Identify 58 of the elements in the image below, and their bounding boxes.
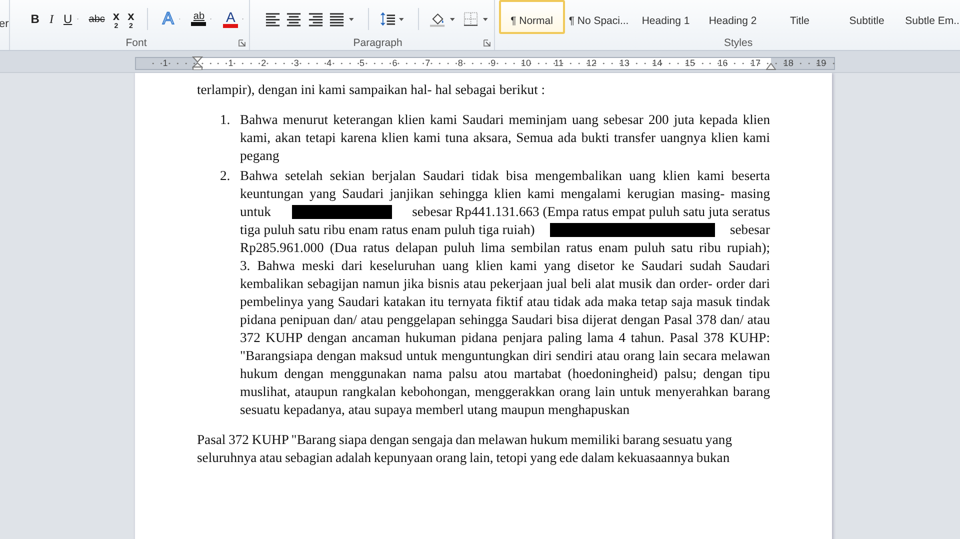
paragraph-text: sebesar xyxy=(730,221,770,239)
ruler-number: 9 xyxy=(490,58,497,69)
paint-bucket-icon[interactable] xyxy=(430,11,446,27)
group-label: Paragraph xyxy=(353,37,402,49)
align-right-icon[interactable] xyxy=(308,11,324,27)
style-gallery-item[interactable]: Subtitle xyxy=(834,0,900,34)
indent-marker-icon[interactable] xyxy=(192,56,203,70)
ruler-number: 6 xyxy=(391,58,398,69)
paragraph: terlampir), dengan ini kami sampaikan hal- hal sebagai berikut : xyxy=(197,81,546,99)
paragraph-text: Rp285.961.000 (Dua ratus delapan puluh lima sembilan ratus enam puluh satu ribu rupiah); xyxy=(240,239,770,257)
style-gallery-item[interactable]: ¶ No Spaci... xyxy=(566,0,632,34)
ruler-number: 13 xyxy=(618,58,630,69)
ruler-number: 7 xyxy=(424,58,432,69)
paragraph-text: Bahwa menurut keterangan klien kami Saudari meminjam uang sebesar 200 juta kepada klien kami, akan tetapi karena klien kami tuna aksara, Semua ada bukti transfer uangnya klien kami pegang xyxy=(240,111,770,165)
paragraph-text: tiga puluh satu ribu enam ratus enam puluh tiga ruiah) xyxy=(240,221,535,239)
ruler-number: 12 xyxy=(586,58,598,69)
paragraph-text: sebesar Rp441.131.663 (Empa ratus empat puluh satu juta seratus xyxy=(412,203,770,221)
style-gallery-item[interactable]: Title xyxy=(766,0,833,34)
ruler-number: 16 xyxy=(716,58,729,69)
italic-button[interactable]: I xyxy=(46,9,56,29)
bold-button[interactable]: B xyxy=(28,9,42,29)
borders-icon[interactable] xyxy=(463,11,479,27)
dialog-launcher-icon[interactable] xyxy=(482,39,491,47)
highlight-button[interactable]: ab xyxy=(189,9,208,29)
group-label: Font xyxy=(126,37,147,49)
list-number: 1. xyxy=(219,111,232,129)
paragraph-text: 3. Bahwa meski dari keseluruhan uang klien kami yang disetor ke Saudari sudah Saudari kembalikan sebagijan namun jika bisnis atau pekerjaan jual beli alat musik dan order- order dari pembelinya yang Saudari katakan itu ternyata fiktif atau tidak ada maka tetap saja masuk tindak pidana penipuan dan/ atau penggelapan sehingga Saudari bisa dijerat dengan Pasal 378 dan/ atau 372 KUHP dengan ancaman hukuman pidana penjara paling lama 4 tahun. Pasal 378 KUHP: "Barangsiapa dengan maksud untuk menguntungkan diri sendiri atau orang lain secara melawan hukum dengan menggunakan nama palsu atou martabat (hoedoningheid) palsu; dengan tipu muslihat, ataupun rangkalan kebohongan, menggerakkan orang lain untuk menyerahkan barang sesuatu kepadanya, atau supaya memberl utang maupun menghapuskan xyxy=(240,257,770,419)
dialog-launcher-icon[interactable] xyxy=(238,39,246,47)
style-gallery-item[interactable]: Heading 2 xyxy=(700,0,766,34)
underline-button[interactable]: U xyxy=(60,9,76,29)
ruler-number: 4 xyxy=(326,58,333,69)
align-center-icon[interactable] xyxy=(286,11,302,27)
ruler-number: 15 xyxy=(684,58,696,69)
ruler-number: 19 xyxy=(815,58,828,69)
group-label: Styles xyxy=(724,37,753,49)
justify-icon[interactable] xyxy=(329,11,345,27)
ruler-number: 14 xyxy=(651,58,664,69)
ruler-number: 1 xyxy=(162,58,169,69)
align-left-icon[interactable] xyxy=(264,11,280,27)
line-spacing-icon[interactable] xyxy=(380,11,396,27)
ruler-number: 3 xyxy=(292,58,300,69)
ruler-number: 2 xyxy=(260,58,268,69)
ruler-number: 10 xyxy=(520,58,532,69)
style-gallery-item[interactable]: Heading 1 xyxy=(632,0,699,34)
ruler-number: 8 xyxy=(456,58,464,69)
ruler-number: 5 xyxy=(358,58,366,69)
paragraph-text: untuk xyxy=(240,203,271,221)
style-gallery-item[interactable]: ¶ Normal xyxy=(498,0,565,34)
ruler-number: 18 xyxy=(782,58,794,69)
ruler-number: 17 xyxy=(750,58,762,69)
style-gallery-item[interactable]: Subtle Em... xyxy=(900,0,960,34)
ruler-number: 11 xyxy=(553,58,564,69)
list-number: 2. xyxy=(219,167,232,185)
paragraph: Pasal 372 KUHP "Barang siapa dengan sengaja dan melawan hukum memiliki barang sesuatu yang seluruhnya atau sebagian adalah kepunyaan orang lain, tetopi yang ede dalam kekuasaannya bukan xyxy=(197,431,733,467)
right-indent-marker-icon[interactable] xyxy=(766,63,776,70)
font-color-button[interactable]: A xyxy=(221,9,240,29)
ruler-number: 1 xyxy=(227,58,234,69)
strikethrough-button[interactable]: abc xyxy=(86,9,108,29)
